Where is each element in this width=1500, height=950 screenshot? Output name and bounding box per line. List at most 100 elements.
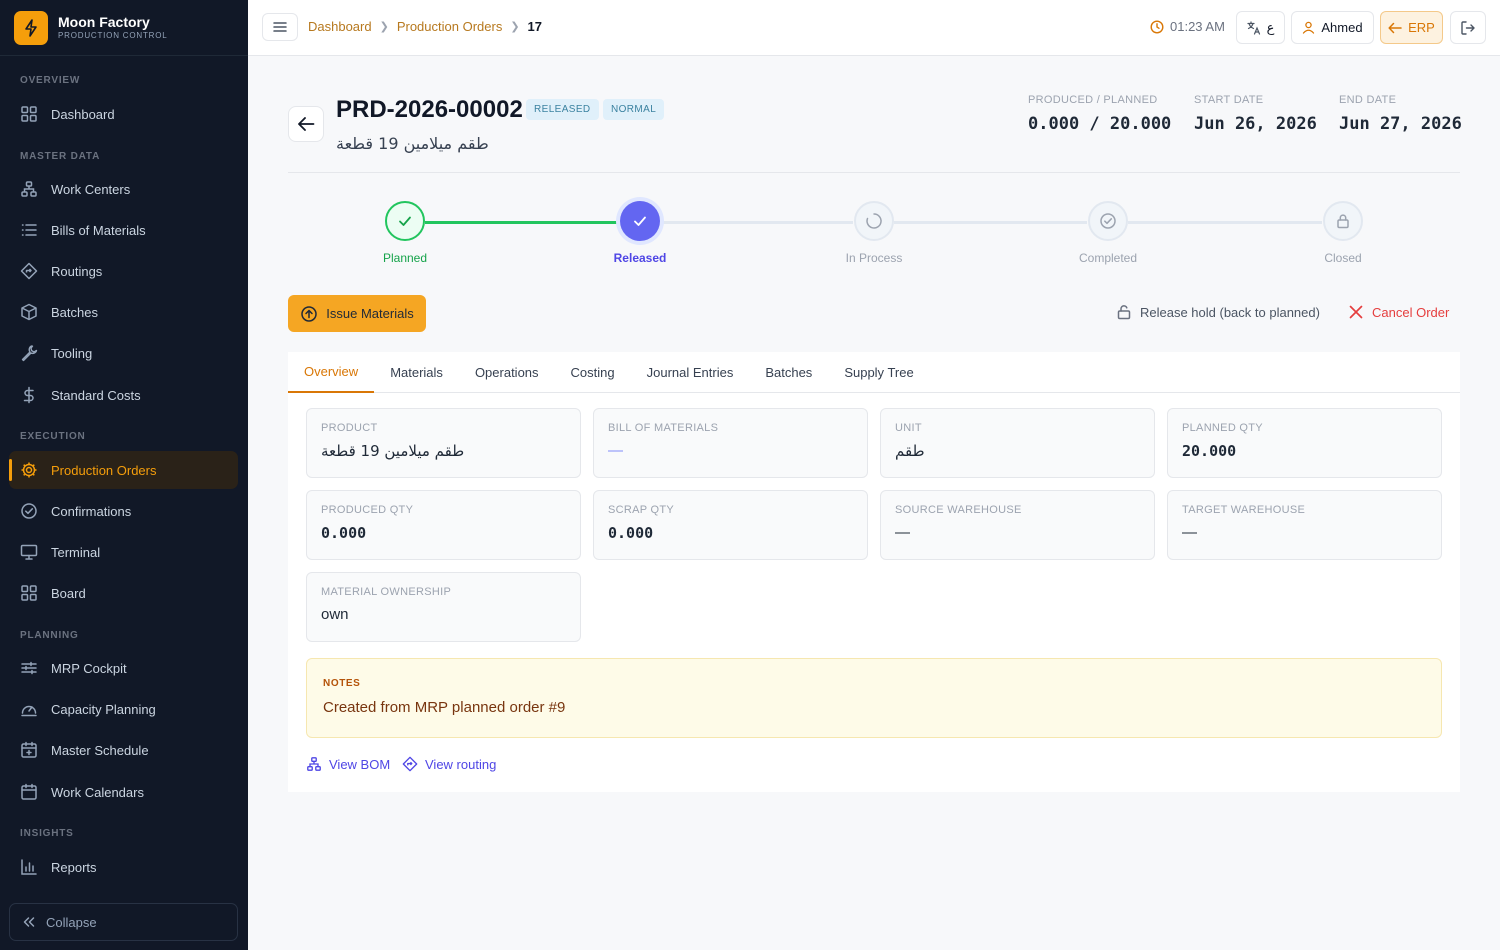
nav-section-planning: PLANNING: [20, 630, 79, 641]
user-menu-button[interactable]: Ahmed: [1291, 11, 1374, 44]
dollar-icon: [23, 386, 34, 404]
user-icon: [1303, 21, 1315, 34]
bar-chart-icon: [21, 859, 37, 875]
back-button[interactable]: [288, 106, 324, 142]
sidebar-item-label: Bills of Materials: [51, 222, 146, 238]
sidebar-item-terminal[interactable]: Terminal: [9, 533, 238, 571]
chevron-right-icon: ❯: [510, 21, 520, 33]
sidebar-item-confirmations[interactable]: Confirmations: [9, 492, 238, 530]
logout-icon: [1461, 20, 1475, 35]
unlock-icon: [1117, 305, 1131, 320]
field-label: SCRAP QTY: [608, 504, 675, 516]
field-label: SOURCE WAREHOUSE: [895, 504, 1022, 516]
sidebar-item-label: Production Orders: [51, 462, 157, 478]
list-icon: [21, 224, 37, 236]
notes-text: Created from MRP planned order #9: [323, 699, 566, 716]
erp-button[interactable]: ERP: [1380, 11, 1443, 44]
stat-value: 0.000 / 20.000: [1028, 114, 1172, 134]
sidebar-item-dashboard[interactable]: Dashboard: [9, 95, 238, 133]
brand[interactable]: Moon Factory PRODUCTION CONTROL: [0, 0, 248, 56]
tab-journal-entries[interactable]: Journal Entries: [631, 352, 750, 393]
step-released: Released: [580, 201, 700, 265]
topbar: Dashboard ❯ Production Orders ❯ 17 01:23…: [248, 0, 1500, 56]
tab-operations[interactable]: Operations: [459, 352, 555, 393]
notes-label: NOTES: [323, 678, 361, 689]
clock: 01:23 AM: [1150, 19, 1225, 34]
logout-button[interactable]: [1450, 11, 1486, 44]
field-value: 0.000: [321, 524, 367, 542]
calendar-plus-icon: [21, 741, 37, 758]
sidebar-item-routings[interactable]: Routings: [9, 252, 238, 290]
sidebar-item-reports[interactable]: Reports: [9, 848, 238, 886]
field-value: —: [895, 524, 910, 541]
cancel-order-button[interactable]: Cancel Order: [1348, 304, 1449, 320]
breadcrumb-current: 17: [527, 19, 543, 34]
brand-subtitle: PRODUCTION CONTROL: [58, 31, 168, 40]
sidebar-item-label: Routings: [51, 263, 103, 279]
step-label: Planned: [382, 251, 428, 265]
field-label: UNIT: [895, 422, 922, 434]
view-routing-label: View routing: [425, 756, 497, 772]
sidebar-item-standard-costs[interactable]: Standard Costs: [9, 376, 238, 414]
tab-supply-tree[interactable]: Supply Tree: [828, 352, 929, 393]
tab-overview[interactable]: Overview: [288, 352, 375, 393]
notes-box: NOTES Created from MRP planned order #9: [306, 658, 1442, 738]
language-toggle-button[interactable]: ع: [1236, 11, 1285, 44]
field-value[interactable]: —: [608, 442, 853, 459]
sidebar-item-label: Dashboard: [51, 106, 115, 122]
view-routing-link[interactable]: View routing: [402, 756, 496, 772]
gauge-icon: [21, 705, 37, 717]
sidebar-item-production-orders[interactable]: Production Orders: [9, 451, 238, 489]
sidebar-item-work-calendars[interactable]: Work Calendars: [9, 773, 238, 811]
issue-materials-button[interactable]: Issue Materials: [288, 295, 426, 332]
step-label: Completed: [1078, 251, 1138, 265]
check-circle-icon: [21, 503, 37, 519]
sidebar-item-label: Capacity Planning: [51, 701, 156, 717]
arrow-left-icon: [298, 117, 315, 131]
sidebar-item-master-schedule[interactable]: Master Schedule: [9, 731, 238, 769]
cancel-order-label: Cancel Order: [1372, 304, 1450, 320]
sidebar-item-batches[interactable]: Batches: [9, 293, 238, 331]
issue-materials-label: Issue Materials: [326, 306, 414, 321]
sidebar-item-bills-of-materials[interactable]: Bills of Materials: [9, 211, 238, 249]
grid-icon: [21, 585, 37, 601]
field-scrap-qty: SCRAP QTY 0.000: [593, 490, 868, 560]
field-value: طقم ميلامين 19 قطعة: [321, 442, 465, 460]
breadcrumb-dashboard[interactable]: Dashboard: [308, 19, 372, 34]
tab-batches[interactable]: Batches: [749, 352, 828, 393]
field-material-ownership: MATERIAL OWNERSHIP own: [306, 572, 581, 642]
grid-icon: [21, 106, 37, 122]
hamburger-icon: [273, 22, 287, 32]
breadcrumb: Dashboard ❯ Production Orders ❯ 17: [308, 19, 542, 34]
language-label: ع: [1266, 19, 1275, 35]
calendar-icon: [21, 783, 37, 800]
gear-icon: [21, 462, 37, 478]
sidebar-item-board[interactable]: Board: [9, 574, 238, 612]
tab-costing[interactable]: Costing: [555, 352, 631, 393]
loader-icon: [854, 201, 894, 241]
stat-produced-planned: PRODUCED / PLANNED 0.000 / 20.000: [1028, 94, 1171, 134]
sidebar-item-label: Board: [51, 585, 86, 601]
sidebar-item-tooling[interactable]: Tooling: [9, 334, 238, 372]
nav-section-execution: EXECUTION: [20, 431, 86, 442]
field-label: PLANNED QTY: [1182, 422, 1263, 434]
sidebar-item-work-centers[interactable]: Work Centers: [9, 170, 238, 208]
tab-materials[interactable]: Materials: [374, 352, 459, 393]
check-icon: [385, 201, 425, 241]
breadcrumb-production-orders[interactable]: Production Orders: [397, 19, 503, 34]
erp-label: ERP: [1408, 20, 1435, 35]
sidebar-item-mrp-cockpit[interactable]: MRP Cockpit: [9, 649, 238, 687]
menu-toggle-button[interactable]: [262, 13, 298, 41]
box-icon: [21, 303, 37, 321]
sidebar-item-label: Master Schedule: [51, 742, 149, 758]
sidebar-item-capacity-planning[interactable]: Capacity Planning: [9, 690, 238, 728]
release-hold-button[interactable]: Release hold (back to planned): [1116, 304, 1320, 320]
sidebar-item-label: MRP Cockpit: [51, 660, 127, 676]
view-bom-link[interactable]: View BOM: [306, 756, 390, 772]
chevron-right-icon: ❯: [379, 21, 389, 33]
sidebar-item-label: Tooling: [51, 345, 93, 361]
close-icon: [1349, 305, 1363, 319]
collapse-button[interactable]: Collapse: [9, 903, 238, 941]
sliders-icon: [21, 661, 37, 675]
field-target-warehouse: TARGET WAREHOUSE —: [1167, 490, 1442, 560]
